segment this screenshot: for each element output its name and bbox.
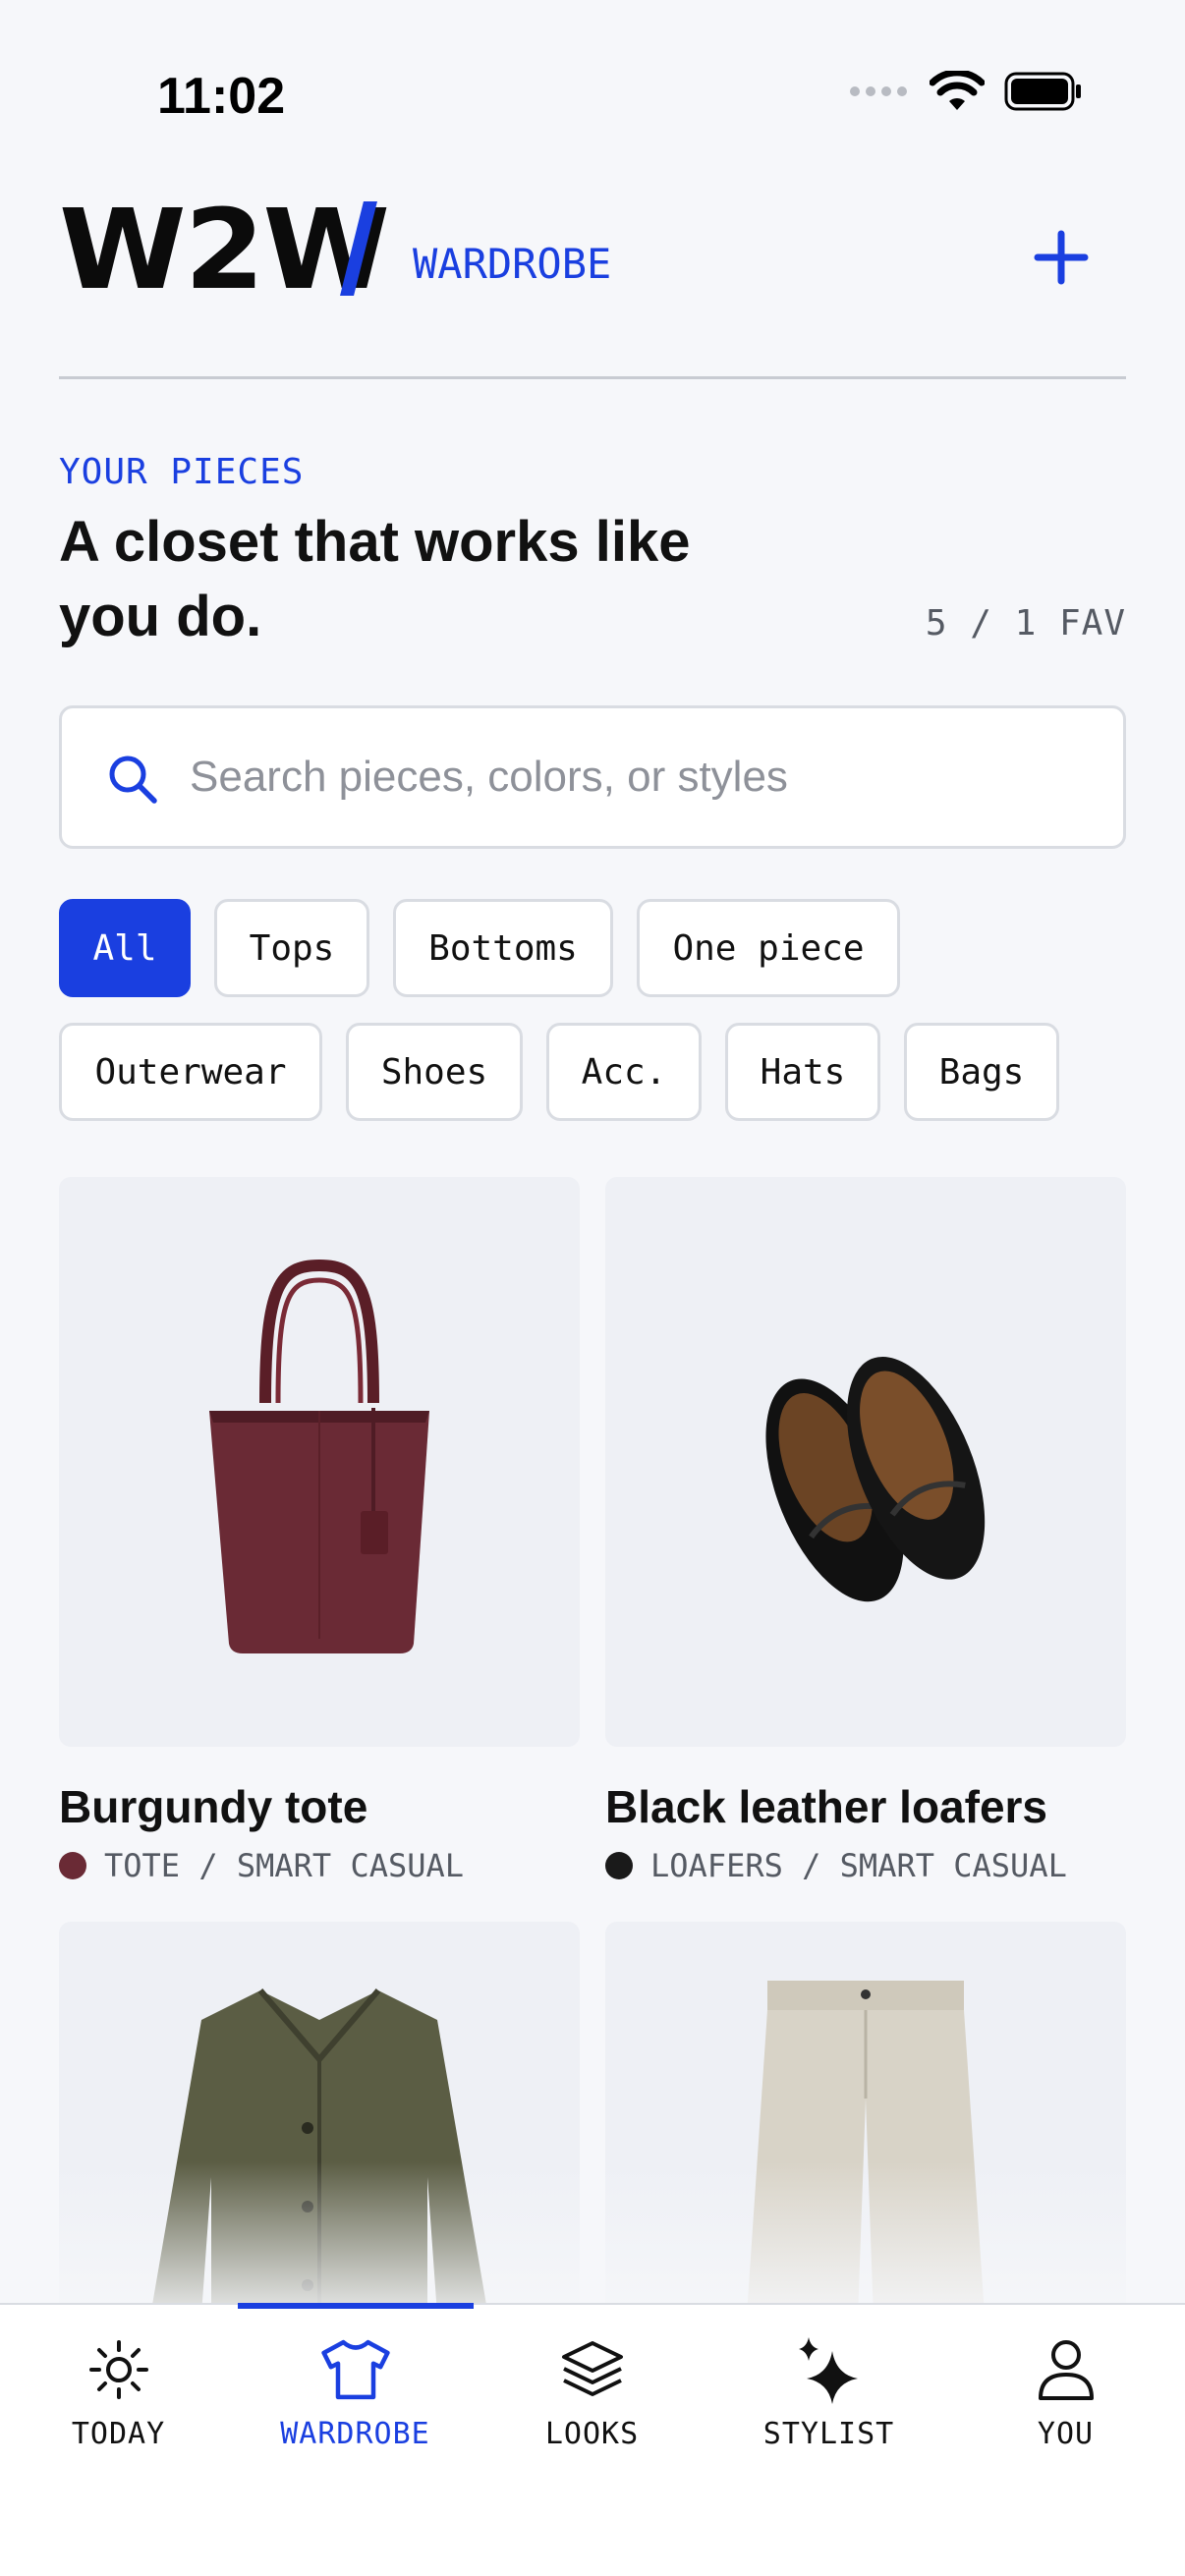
add-item-button[interactable] xyxy=(1032,228,1091,287)
item-meta: LOAFERS / SMART CASUAL xyxy=(605,1847,1126,1884)
filter-chip-shoes[interactable]: Shoes xyxy=(346,1023,523,1121)
wardrobe-item-card[interactable]: Burgundy tote TOTE / SMART CASUAL xyxy=(59,1177,580,1884)
scroll-fade xyxy=(0,2161,1185,2305)
search-icon xyxy=(109,756,157,804)
wardrobe-item-card[interactable]: Black leather loafers LOAFERS / SMART CA… xyxy=(605,1177,1126,1884)
item-count: 5 / 1 FAV xyxy=(925,603,1126,644)
filter-chip-one-piece[interactable]: One piece xyxy=(637,899,900,997)
tab-label: TODAY xyxy=(71,2417,166,2451)
status-icons xyxy=(849,71,1083,112)
tab-stylist[interactable]: STYLIST xyxy=(710,2305,947,2482)
cellular-signal-icon xyxy=(850,86,907,96)
wifi-icon xyxy=(930,71,985,110)
header-divider xyxy=(59,376,1126,379)
section-eyebrow: YOUR PIECES xyxy=(59,452,305,492)
app-logo: W2W xyxy=(59,187,390,314)
tab-label: LOOKS xyxy=(544,2417,640,2451)
filter-chip-outerwear[interactable]: Outerwear xyxy=(59,1023,322,1121)
item-meta: TOTE / SMART CASUAL xyxy=(59,1847,580,1884)
filter-chip-bags[interactable]: Bags xyxy=(904,1023,1059,1121)
filter-chip-tops[interactable]: Tops xyxy=(214,899,369,997)
plus-icon xyxy=(1034,230,1089,285)
battery-icon xyxy=(1004,72,1081,111)
person-icon xyxy=(1038,2340,1094,2400)
tab-bar: TODAY WARDROBE LOOKS STYLIST YOU xyxy=(0,2303,1185,2576)
item-name: Black leather loafers xyxy=(605,1781,1048,1832)
item-image-tote xyxy=(59,1177,580,1747)
loafers-image xyxy=(765,1356,986,1602)
tshirt-icon xyxy=(320,2339,390,2400)
item-image-loafers xyxy=(605,1177,1126,1747)
tab-label: YOU xyxy=(1037,2417,1095,2451)
status-time: 11:02 xyxy=(157,68,286,125)
filter-row-1: All Tops Bottoms One piece xyxy=(59,899,900,997)
tab-today[interactable]: TODAY xyxy=(0,2305,237,2482)
sun-icon xyxy=(88,2340,148,2399)
filter-chip-hats[interactable]: Hats xyxy=(725,1023,880,1121)
filter-row-2: Outerwear Shoes Acc. Hats Bags xyxy=(59,1023,1059,1121)
item-name: Burgundy tote xyxy=(59,1781,368,1832)
color-swatch xyxy=(59,1852,86,1879)
tab-wardrobe[interactable]: WARDROBE xyxy=(237,2305,474,2482)
filter-chip-accessories[interactable]: Acc. xyxy=(546,1023,702,1121)
tote-bag-image xyxy=(209,1259,429,1653)
layers-icon xyxy=(561,2341,623,2396)
filter-chip-bottoms[interactable]: Bottoms xyxy=(393,899,613,997)
item-category: TOTE / SMART CASUAL xyxy=(104,1847,465,1884)
color-swatch xyxy=(605,1852,633,1879)
item-category: LOAFERS / SMART CASUAL xyxy=(650,1847,1067,1884)
search-input[interactable] xyxy=(190,738,1074,816)
search-bar[interactable] xyxy=(59,705,1126,849)
tab-label: WARDROBE xyxy=(280,2417,430,2451)
tab-looks[interactable]: LOOKS xyxy=(474,2305,710,2482)
tab-label: STYLIST xyxy=(762,2417,895,2451)
section-title: WARDROBE xyxy=(413,240,612,288)
tab-you[interactable]: YOU xyxy=(947,2305,1184,2482)
filter-chip-all[interactable]: All xyxy=(59,899,191,997)
sparkle-icon xyxy=(798,2337,858,2404)
page-headline: A closet that works like you do. xyxy=(59,510,691,648)
